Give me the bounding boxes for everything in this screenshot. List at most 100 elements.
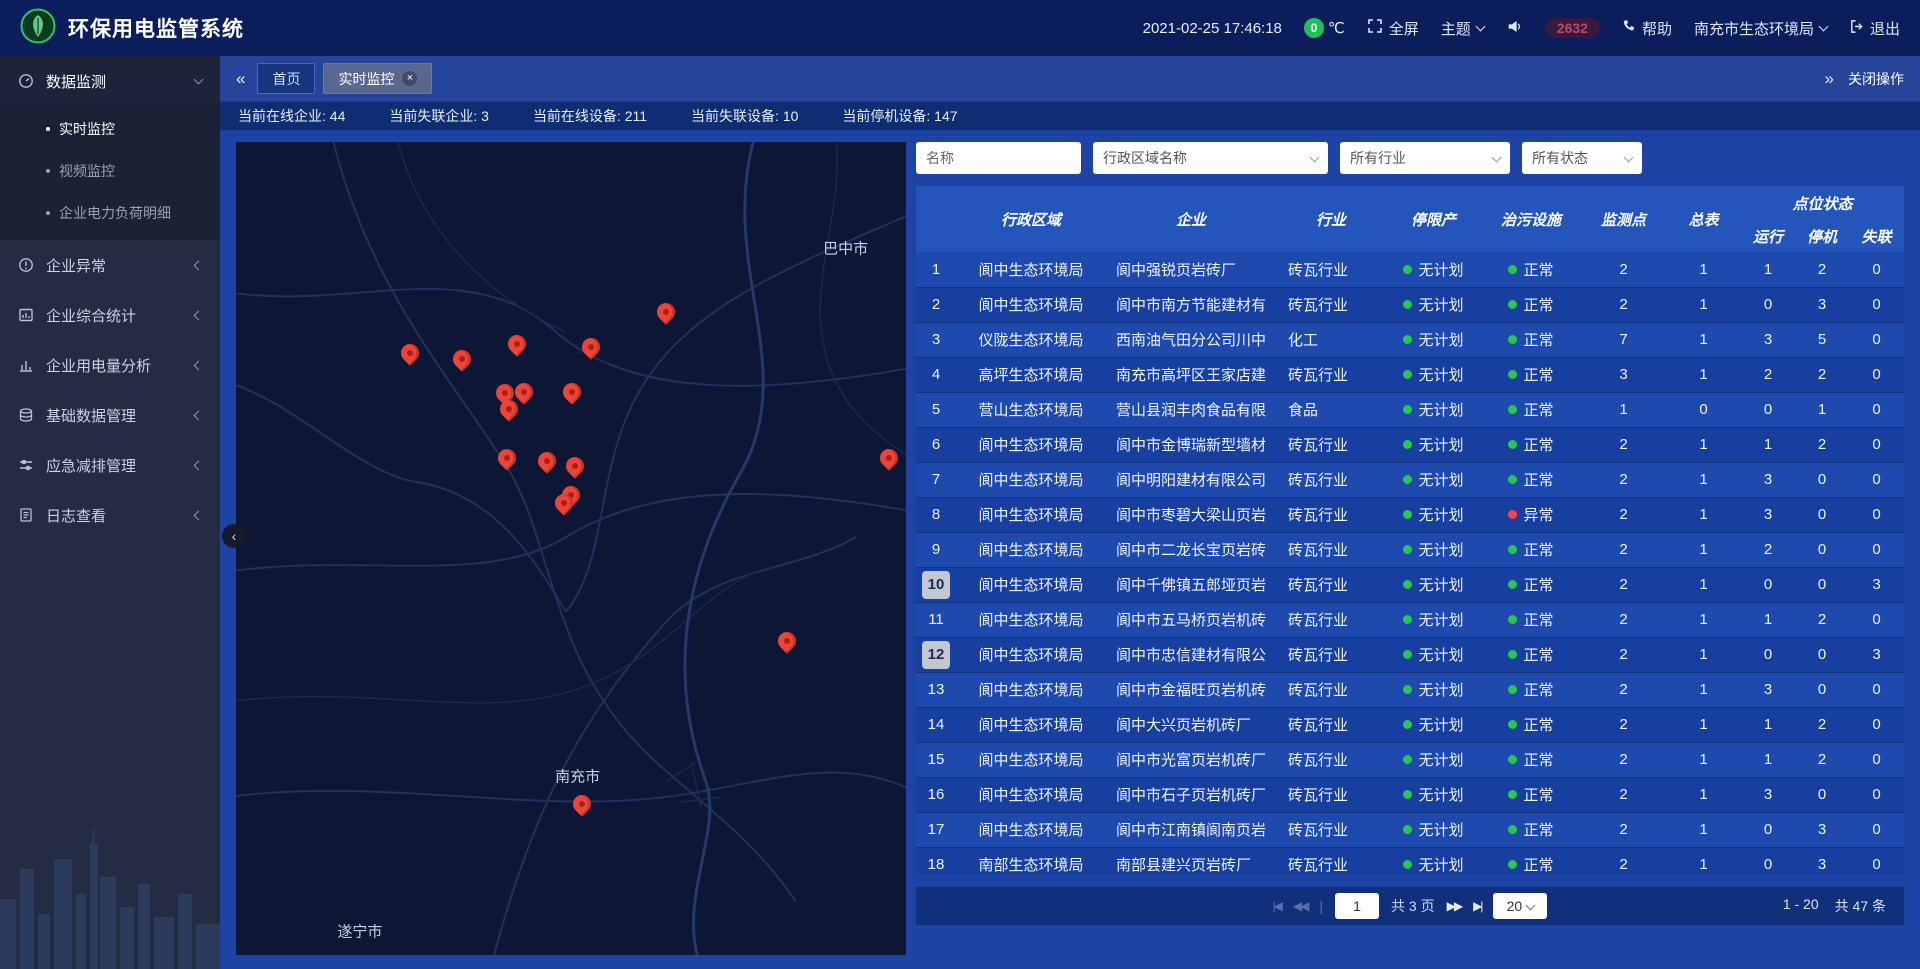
table-row[interactable]: 3仪陇生态环境局西南油气田分公司川中化工无计划正常71350 [916,322,1904,357]
table-row[interactable]: 9阆中生态环境局阆中市二龙长宝页岩砖砖瓦行业无计划正常21200 [916,532,1904,567]
cell-run: 2 [1741,532,1795,567]
theme-dropdown[interactable]: 主题 [1441,18,1484,39]
table-row[interactable]: 11阆中生态环境局阆中市五马桥页岩机砖砖瓦行业无计划正常21120 [916,602,1904,637]
cell-industry: 砖瓦行业 [1276,252,1386,287]
table-row[interactable]: 13阆中生态环境局阆中市金福旺页岩机砖砖瓦行业无计划正常21300 [916,672,1904,707]
status-select[interactable]: 所有状态 [1522,142,1642,174]
col-meter: 总表 [1666,186,1741,252]
cell-facility: 正常 [1481,532,1581,567]
table-row[interactable]: 6阆中生态环境局阆中市金博瑞新型墙材砖瓦行业无计划正常21120 [916,427,1904,462]
cell-stop: 2 [1795,427,1849,462]
tabs-scroll-right-icon[interactable]: » [1825,69,1834,89]
table-row[interactable]: 17阆中生态环境局阆中市江南镇阆南页岩砖瓦行业无计划正常21030 [916,812,1904,847]
logout-button[interactable]: 退出 [1849,18,1900,39]
cell-stop: 2 [1795,357,1849,392]
table-row[interactable]: 12阆中生态环境局阆中市忠信建材有限公砖瓦行业无计划正常21003 [916,637,1904,672]
tabs-scroll-left-icon[interactable]: « [236,69,245,89]
table-row[interactable]: 10阆中生态环境局阆中千佛镇五郎垭页岩砖瓦行业无计划正常21003 [916,567,1904,602]
broadcast-button[interactable] [1506,18,1523,39]
last-page-button[interactable]: ▶| [1473,899,1481,913]
status-dot-green [1508,265,1517,274]
tab-close-icon[interactable]: × [402,71,417,86]
row-index: 11 [928,611,944,628]
gauge-icon [18,73,35,89]
row-index: 10 [922,571,950,599]
chevron-left-icon [194,360,204,370]
cell-facility: 正常 [1481,672,1581,707]
sidebar-item-视频监控[interactable]: 视频监控 [0,150,220,192]
sidebar-group-企业异常[interactable]: 企业异常 [0,240,220,290]
name-input[interactable] [916,142,1081,174]
row-index: 5 [932,401,940,418]
page-size-select[interactable]: 20 [1493,893,1547,919]
table-row[interactable]: 14阆中生态环境局阆中大兴页岩机砖厂砖瓦行业无计划正常21120 [916,707,1904,742]
cell-meter: 1 [1666,707,1741,742]
page-input[interactable] [1335,893,1379,919]
help-button[interactable]: 帮助 [1622,18,1672,39]
right-panel: 行政区域名称 所有行业 所有状态 [916,142,1904,955]
cell-restriction: 无计划 [1386,392,1481,427]
table-row[interactable]: 18南部生态环境局南部县建兴页岩砖厂砖瓦行业无计划正常21030 [916,847,1904,875]
sidebar-group-企业用电量分析[interactable]: 企业用电量分析 [0,340,220,390]
table-row[interactable]: 8阆中生态环境局阆中市枣碧大梁山页岩砖瓦行业无计划异常21300 [916,497,1904,532]
sidebar-group-数据监测[interactable]: 数据监测 [0,56,220,106]
map[interactable]: 巴中市南充市遂宁市 [236,142,906,955]
stat-item: 当前失联设备: 10 [691,106,798,126]
cell-restriction: 无计划 [1386,357,1481,392]
sidebar-group-企业综合统计[interactable]: 企业综合统计 [0,290,220,340]
cell-stop: 5 [1795,322,1849,357]
sidebar-item-实时监控[interactable]: 实时监控 [0,108,220,150]
table-row[interactable]: 16阆中生态环境局阆中市石子页岩机砖厂砖瓦行业无计划正常21300 [916,777,1904,812]
chevron-left-icon: ‹ [232,528,237,544]
industry-select[interactable]: 所有行业 [1340,142,1510,174]
table-row[interactable]: 2阆中生态环境局阆中市南方节能建材有砖瓦行业无计划正常21030 [916,287,1904,322]
table-row[interactable]: 4高坪生态环境局南充市高坪区王家店建砖瓦行业无计划正常31220 [916,357,1904,392]
org-dropdown[interactable]: 南充市生态环境局 [1694,18,1827,39]
chevron-left-icon [194,310,204,320]
col-company: 企业 [1106,186,1276,252]
tab-首页[interactable]: 首页 [257,63,315,94]
cell-company: 阆中市石子页岩机砖厂 [1106,777,1276,812]
cell-stop: 2 [1795,602,1849,637]
cell-company: 阆中千佛镇五郎垭页岩 [1106,567,1276,602]
top-header: 环保用电监管系统 2021-02-25 17:46:18 0 ℃ 全屏 主题 2… [0,0,1920,56]
cell-facility: 正常 [1481,812,1581,847]
sidebar-group-应急减排管理[interactable]: 应急减排管理 [0,440,220,490]
cell-offline: 0 [1849,707,1904,742]
close-operations-button[interactable]: 关闭操作 [1848,69,1904,89]
cell-industry: 砖瓦行业 [1276,777,1386,812]
tab-实时监控[interactable]: 实时监控× [323,63,432,94]
map-city-label: 巴中市 [823,237,868,258]
region-select[interactable]: 行政区域名称 [1093,142,1328,174]
prev-page-button[interactable]: ◀◀ [1293,899,1307,913]
status-dot-green [1403,860,1412,869]
table-row[interactable]: 1阆中生态环境局阆中强锐页岩砖厂砖瓦行业无计划正常21120 [916,252,1904,287]
table-row[interactable]: 15阆中生态环境局阆中市光富页岩机砖厂砖瓦行业无计划正常21120 [916,742,1904,777]
cell-run: 2 [1741,357,1795,392]
col-run: 运行 [1741,220,1795,252]
table-row[interactable]: 7阆中生态环境局阆中明阳建材有限公司砖瓦行业无计划正常21300 [916,462,1904,497]
cell-facility: 正常 [1481,287,1581,322]
fullscreen-button[interactable]: 全屏 [1367,18,1419,39]
first-page-button[interactable]: |◀ [1273,899,1281,913]
stat-item: 当前在线企业: 44 [238,106,345,126]
pagination-bar: |◀ ◀◀ | 共 3 页 ▶▶ ▶| 20 [916,887,1904,925]
datetime: 2021-02-25 17:46:18 [1143,20,1282,37]
next-page-button[interactable]: ▶▶ [1447,899,1461,913]
stat-item: 当前在线设备: 211 [533,106,647,126]
sidebar-group-日志查看[interactable]: 日志查看 [0,490,220,540]
content-area: 巴中市南充市遂宁市 ‹ 行政区域名称 [220,130,1920,969]
cell-run: 0 [1741,812,1795,847]
cell-region: 阆中生态环境局 [956,777,1106,812]
cell-offline: 0 [1849,287,1904,322]
logout-icon [1849,19,1864,38]
table-row[interactable]: 5营山生态环境局营山县润丰肉食品有限食品无计划正常10010 [916,392,1904,427]
sidebar-item-企业电力负荷明细[interactable]: 企业电力负荷明细 [0,192,220,234]
status-dot-red [1508,510,1517,519]
cell-facility: 异常 [1481,497,1581,532]
row-index: 3 [932,331,940,348]
cell-monitor: 2 [1581,462,1666,497]
sidebar-group-基础数据管理[interactable]: 基础数据管理 [0,390,220,440]
row-index: 1 [932,261,940,278]
alert-count-badge[interactable]: 2632 [1545,18,1600,38]
